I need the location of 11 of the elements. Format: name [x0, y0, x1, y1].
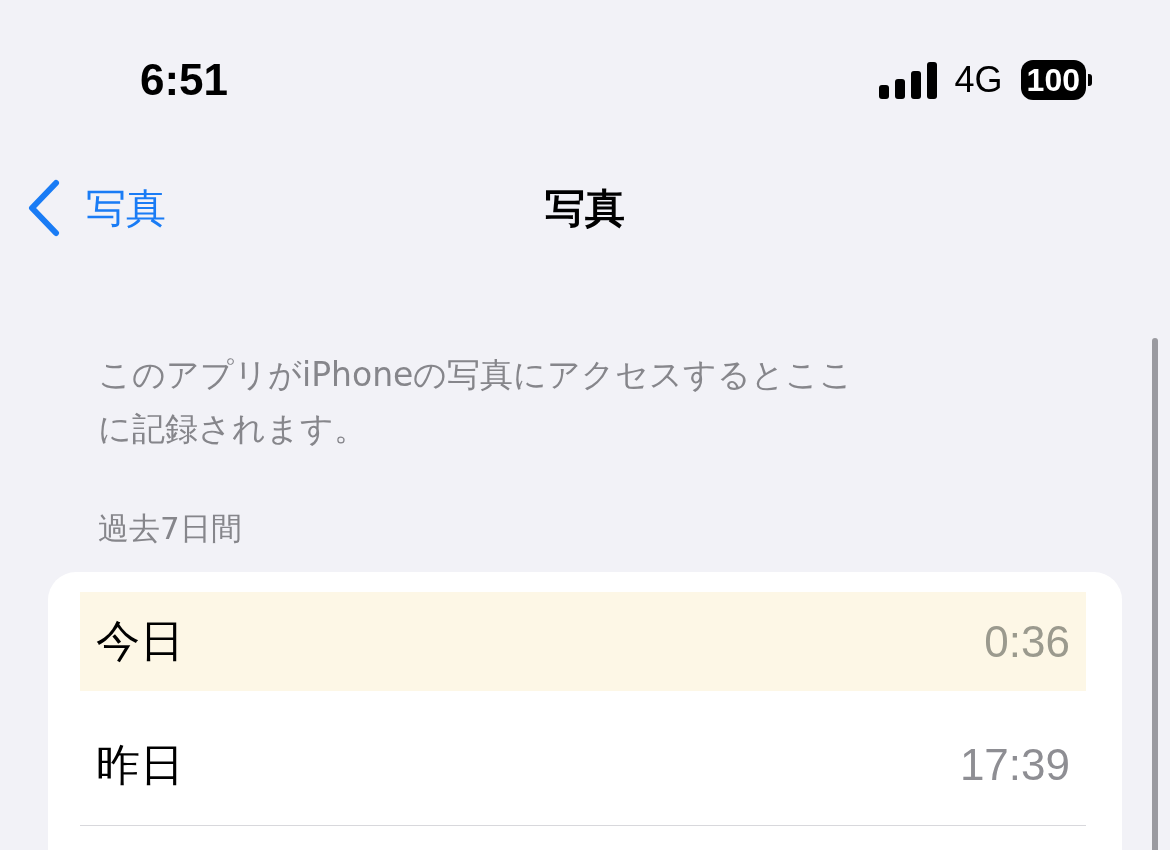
signal-icon: [878, 61, 937, 99]
battery-indicator: 100: [1020, 60, 1092, 100]
status-time: 6:51: [140, 55, 229, 105]
back-button[interactable]: 写真: [26, 179, 166, 237]
section-header: 過去7日間: [98, 509, 243, 548]
network-label: 4G: [954, 59, 1003, 101]
back-chevron-icon: [26, 179, 62, 237]
nav-title: 写真: [545, 183, 625, 233]
description-text: このアプリがiPhoneの写真にアクセスするとここに記録されます。: [98, 354, 855, 450]
list-row[interactable]: 今日 0:36: [80, 592, 1086, 691]
list-row[interactable]: 昨日 17:39: [80, 705, 1086, 826]
